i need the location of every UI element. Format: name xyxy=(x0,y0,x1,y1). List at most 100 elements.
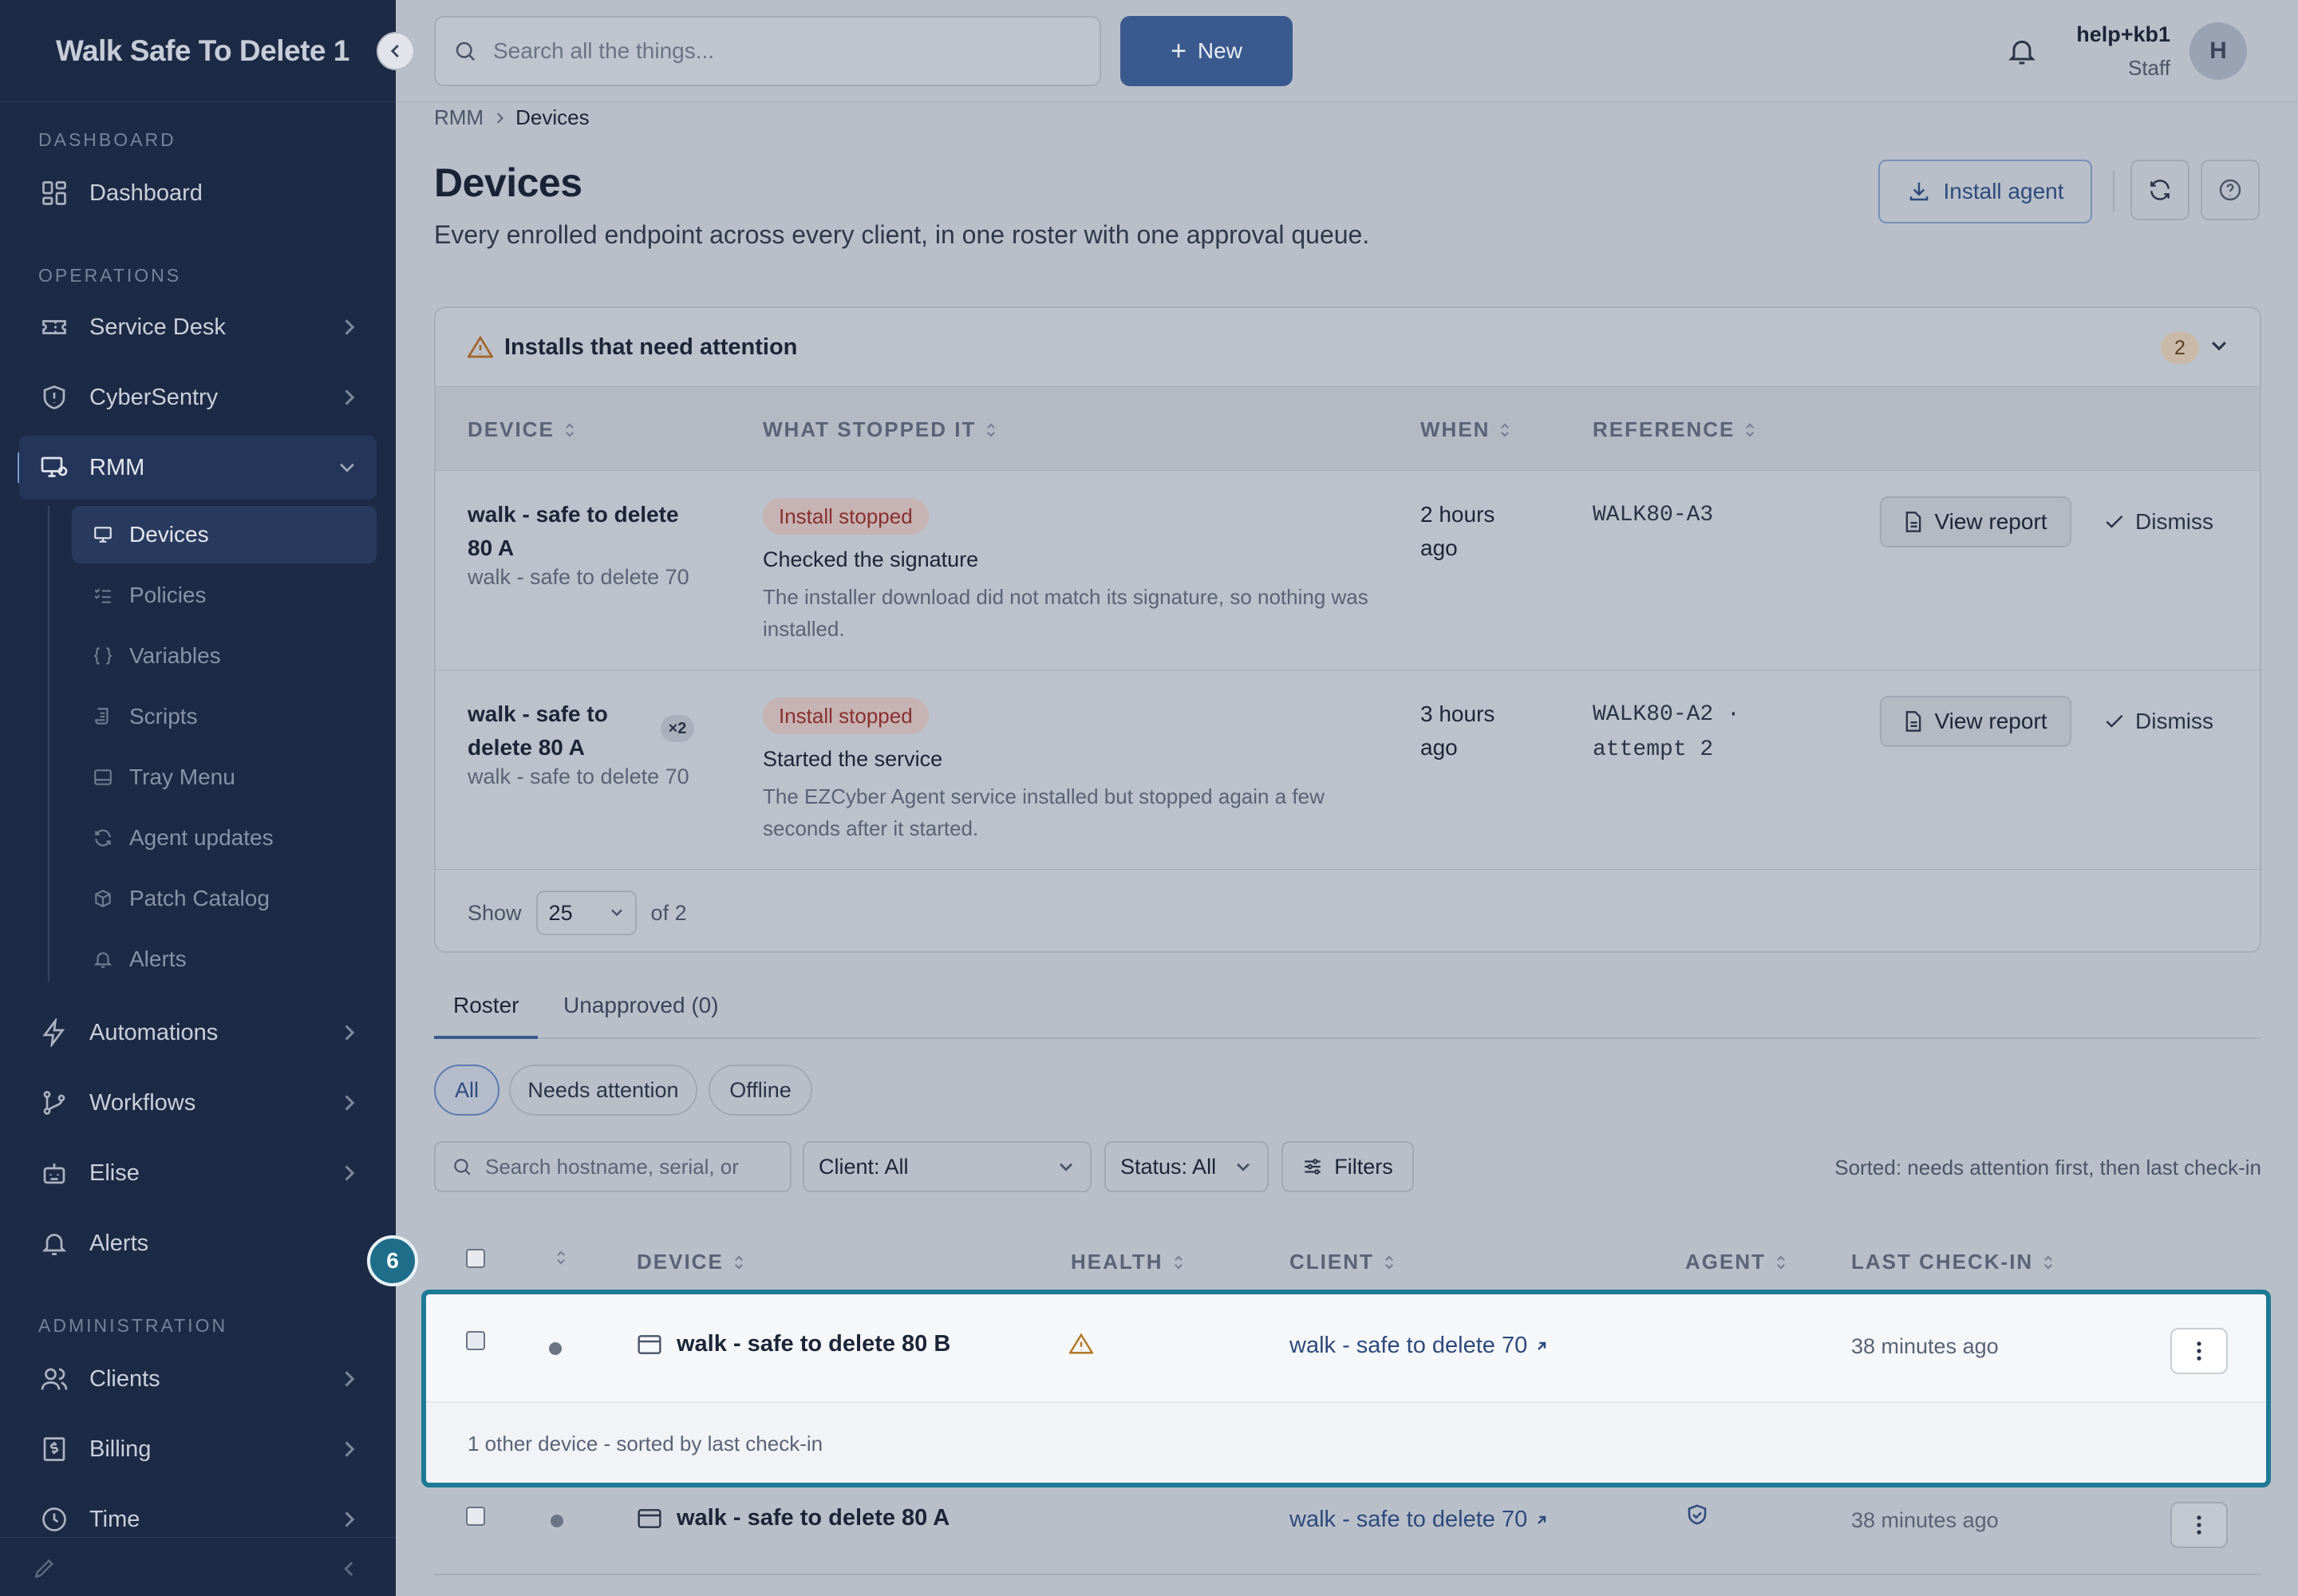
sort-icon xyxy=(724,1253,744,1272)
filter-chip-offline[interactable]: Offline xyxy=(709,1065,812,1116)
column-header-last-checkin[interactable]: LAST CHECK-IN xyxy=(1851,1250,2054,1274)
help-circle-icon xyxy=(2217,177,2243,203)
collapse-sidebar-button[interactable] xyxy=(377,32,415,70)
new-button[interactable]: + New xyxy=(1120,16,1293,86)
dismiss-button[interactable]: Dismiss xyxy=(2105,709,2213,734)
column-header-health[interactable]: HEALTH xyxy=(1071,1250,1184,1274)
sidebar-subitem-agent-updates[interactable]: Agent updates xyxy=(72,809,377,867)
sidebar-item-elise[interactable]: Elise xyxy=(19,1141,377,1205)
page-size-select[interactable]: 25 xyxy=(535,891,637,935)
user-name: help+kb1 xyxy=(2076,22,2170,46)
row-actions-button[interactable] xyxy=(2170,1328,2228,1374)
column-header-reference[interactable]: REFERENCE xyxy=(1593,417,1755,442)
failure-description: The EZCyber Agent service installed but … xyxy=(763,784,1325,840)
client-link-label: walk - safe to delete 70 xyxy=(1289,1507,1528,1532)
sidebar-item-service-desk[interactable]: Service Desk xyxy=(19,295,377,359)
sidebar-item-billing[interactable]: Billing xyxy=(19,1417,377,1481)
client-link[interactable]: walk - safe to delete 70 xyxy=(1289,1507,1548,1533)
sidebar-item-rmm[interactable]: RMM xyxy=(19,436,377,500)
last-checkin: 38 minutes ago xyxy=(1851,1508,1999,1532)
attention-device-name: walk - safe to delete 80 A xyxy=(468,502,679,560)
chevron-down-icon xyxy=(338,460,356,474)
external-link-icon xyxy=(1527,1340,1548,1353)
row-checkbox[interactable] xyxy=(466,1331,485,1350)
sidebar-item-cybersentry[interactable]: CyberSentry xyxy=(19,365,377,429)
sidebar-subitem-label: Patch Catalog xyxy=(129,886,270,911)
column-header-device[interactable]: DEVICE xyxy=(637,1250,744,1274)
column-header-label: DEVICE xyxy=(637,1250,724,1274)
client-filter-select[interactable]: Client: All xyxy=(803,1141,1092,1192)
row-actions-button[interactable] xyxy=(2170,1502,2228,1548)
install-agent-button[interactable]: Install agent xyxy=(1878,160,2092,223)
view-report-button[interactable]: View report xyxy=(1880,496,2071,547)
column-header-agent[interactable]: AGENT xyxy=(1685,1250,1787,1274)
chevron-right-icon xyxy=(342,1163,356,1183)
status-filter-select[interactable]: Status: All xyxy=(1104,1141,1269,1192)
chevron-down-icon[interactable] xyxy=(2210,340,2228,353)
failure-reference: WALK80-A2 · attempt 2 xyxy=(1593,702,1740,762)
document-icon xyxy=(1904,511,1934,533)
dismiss-label: Dismiss xyxy=(2135,509,2213,534)
breadcrumb-parent[interactable]: RMM xyxy=(434,105,484,130)
refresh-button[interactable] xyxy=(2130,160,2189,220)
sidebar-item-automations[interactable]: Automations xyxy=(19,1001,377,1065)
device-name-cell[interactable]: walk - safe to delete 80 B xyxy=(637,1331,950,1357)
attention-device-name: walk - safe to delete 80 A xyxy=(468,701,608,760)
client-link[interactable]: walk - safe to delete 70 xyxy=(1289,1333,1548,1359)
sidebar-subitem-variables[interactable]: Variables xyxy=(72,627,377,685)
device-search-input[interactable] xyxy=(485,1154,788,1179)
check-icon xyxy=(2105,713,2135,730)
global-search[interactable] xyxy=(434,16,1101,86)
sort-icon[interactable] xyxy=(555,1248,567,1267)
column-header-what[interactable]: WHAT STOPPED IT xyxy=(763,417,997,442)
sidebar-item-dashboard[interactable]: Dashboard xyxy=(19,161,377,225)
warning-icon xyxy=(468,335,493,359)
shield-alert-icon xyxy=(38,381,70,413)
sidebar-subitem-policies[interactable]: Policies xyxy=(72,567,377,624)
help-button[interactable] xyxy=(2201,160,2260,220)
sidebar-subitem-patch-catalog[interactable]: Patch Catalog xyxy=(72,870,377,927)
window-icon xyxy=(637,1333,677,1356)
sidebar-subitem-tray-menu[interactable]: Tray Menu xyxy=(72,749,377,806)
sidebar-item-label: Clients xyxy=(89,1365,160,1392)
sidebar-subitem-alerts[interactable]: Alerts xyxy=(72,930,377,988)
column-header-client[interactable]: CLIENT xyxy=(1289,1250,1395,1274)
column-header-label: WHEN xyxy=(1420,417,1491,441)
column-header-label: CLIENT xyxy=(1289,1250,1374,1274)
sidebar-item-alerts[interactable]: Alerts xyxy=(19,1211,377,1275)
pencil-icon[interactable] xyxy=(32,1555,57,1581)
filter-chip-needs-attention[interactable]: Needs attention xyxy=(509,1065,697,1116)
column-header-when[interactable]: WHEN xyxy=(1420,417,1510,442)
more-vertical-icon xyxy=(2196,1515,2202,1535)
attention-panel-header[interactable]: Installs that need attention 2 xyxy=(436,308,2260,386)
chevron-right-icon xyxy=(342,318,356,337)
chevron-left-icon[interactable] xyxy=(343,1560,356,1578)
sidebar-subitem-scripts[interactable]: Scripts xyxy=(72,688,377,745)
sidebar-item-clients[interactable]: Clients xyxy=(19,1347,377,1411)
tab-roster[interactable]: Roster xyxy=(434,993,539,1039)
dismiss-button[interactable]: Dismiss xyxy=(2105,509,2213,535)
highlighted-device-group[interactable]: walk - safe to delete 80 B walk - safe t… xyxy=(421,1290,2271,1487)
view-report-button[interactable]: View report xyxy=(1880,696,2071,747)
device-name-cell[interactable]: walk - safe to delete 80 A xyxy=(637,1505,950,1531)
column-header-device[interactable]: DEVICE xyxy=(468,417,575,442)
sidebar-item-workflows[interactable]: Workflows xyxy=(19,1071,377,1135)
tray-icon xyxy=(91,765,115,789)
bell-icon xyxy=(38,1227,70,1259)
tab-unapproved[interactable]: Unapproved (0) xyxy=(563,993,719,1039)
dismiss-label: Dismiss xyxy=(2135,709,2213,733)
sidebar-subitem-label: Alerts xyxy=(129,946,187,971)
device-search[interactable] xyxy=(434,1141,792,1192)
column-header-label: AGENT xyxy=(1685,1250,1766,1274)
global-search-input[interactable] xyxy=(493,38,1052,64)
filters-button[interactable]: Filters xyxy=(1281,1141,1414,1192)
filter-chip-all[interactable]: All xyxy=(434,1065,499,1116)
row-checkbox[interactable] xyxy=(466,1507,485,1526)
attention-pager: Show 25 of 2 xyxy=(468,891,687,935)
sidebar-subitem-devices[interactable]: Devices xyxy=(72,506,377,563)
dashboard-icon xyxy=(38,177,70,209)
notifications-bell-icon[interactable] xyxy=(2006,34,2038,69)
avatar[interactable]: H xyxy=(2189,22,2247,80)
attention-device-client: walk - safe to delete 70 xyxy=(468,565,689,589)
select-all-checkbox[interactable] xyxy=(466,1249,485,1268)
